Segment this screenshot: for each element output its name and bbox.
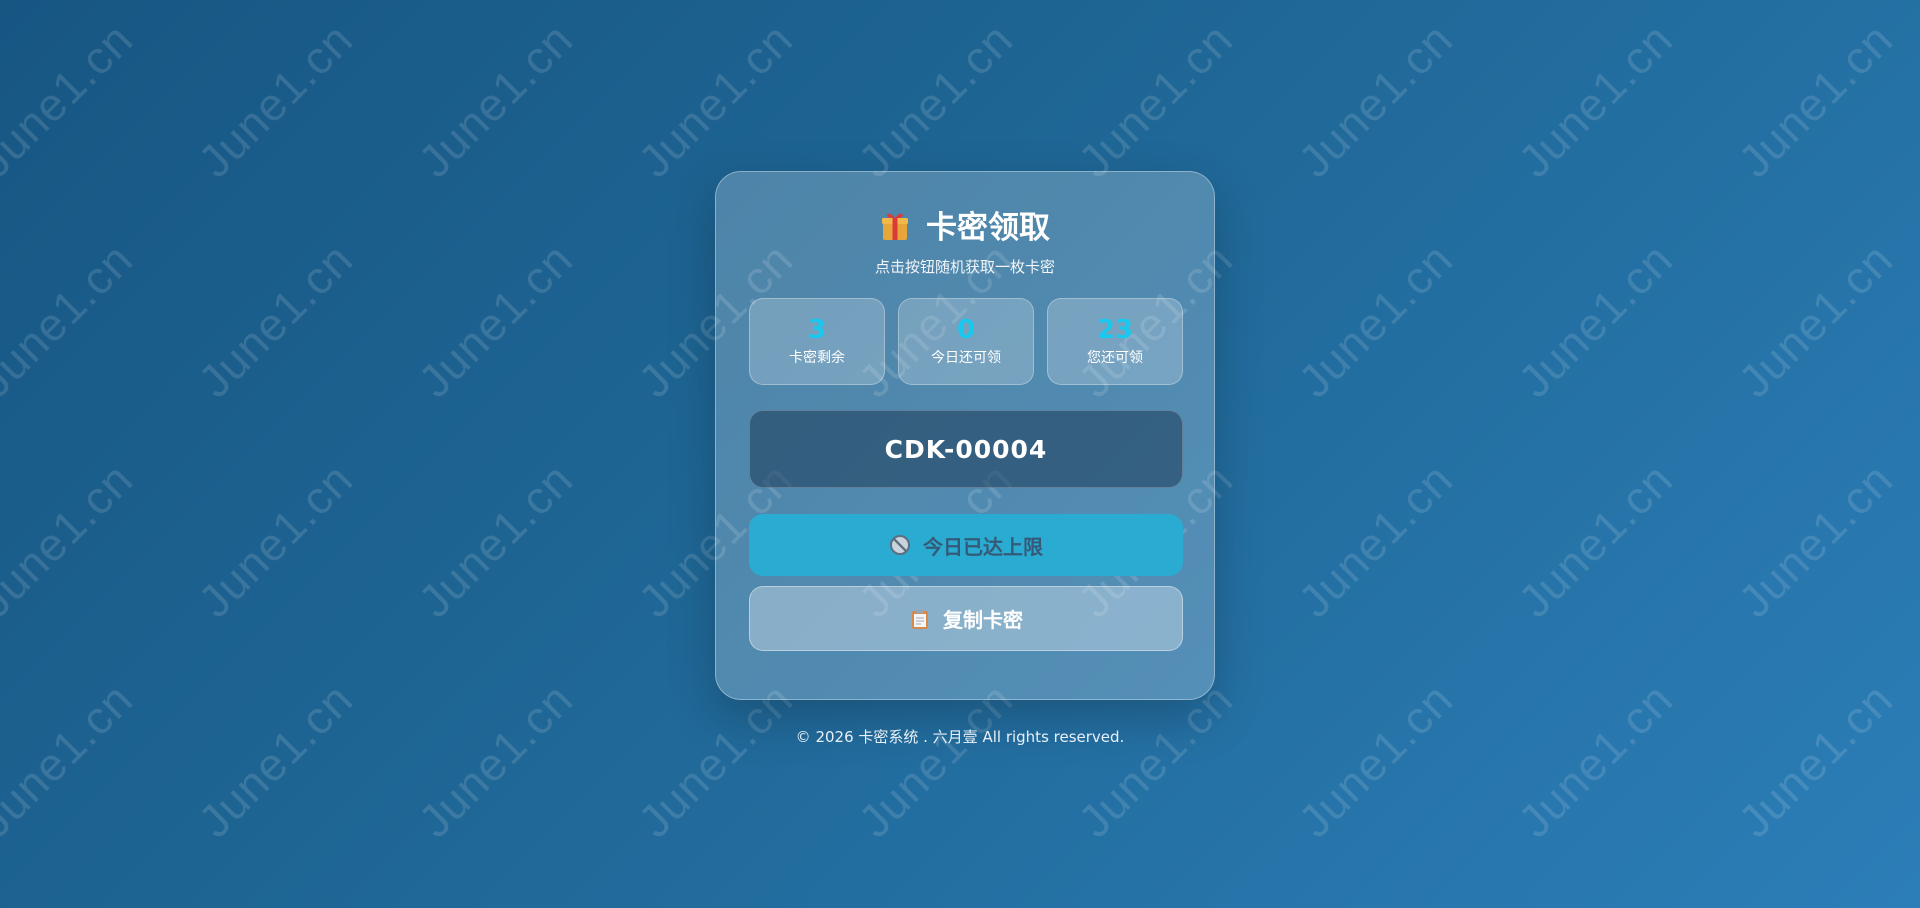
copy-button-label: 复制卡密 (943, 608, 1023, 632)
stats-row: 3 卡密剩余 0 今日还可领 23 您还可领 (749, 298, 1183, 385)
card-subtitle: 点击按钮随机获取一枚卡密 (874, 258, 1055, 276)
stat-value: 0 (956, 315, 976, 345)
stat-today-available: 0 今日还可领 (898, 298, 1034, 385)
watermark-text: June1.cn (0, 232, 143, 408)
watermark-text: June1.cn (1727, 232, 1903, 408)
watermark-text: June1.cn (627, 12, 803, 188)
gift-icon (882, 213, 908, 240)
watermark-text: June1.cn (1067, 12, 1243, 188)
watermark-text: June1.cn (1287, 452, 1463, 628)
claim-card: 卡密领取 点击按钮随机获取一枚卡密 3 卡密剩余 0 今日还可领 23 您还可领… (715, 171, 1215, 700)
clipboard-icon (912, 609, 928, 629)
watermark-text: June1.cn (0, 672, 143, 848)
watermark-text: June1.cn (1507, 452, 1683, 628)
footer-copyright: © 2026 卡密系统 . 六月壹 All rights reserved. (795, 728, 1125, 746)
watermark-text: June1.cn (1287, 672, 1463, 848)
claim-button-label: 今日已达上限 (923, 534, 1043, 559)
stat-label: 卡密剩余 (789, 350, 845, 366)
watermark-text: June1.cn (847, 12, 1023, 188)
watermark-text: June1.cn (0, 12, 143, 188)
watermark-text: June1.cn (0, 452, 143, 628)
watermark-text: June1.cn (187, 232, 363, 408)
stat-label: 今日还可领 (931, 350, 1001, 366)
watermark-text: June1.cn (1287, 232, 1463, 408)
watermark-text: June1.cn (1507, 232, 1683, 408)
watermark-text: June1.cn (1727, 12, 1903, 188)
no-entry-icon (890, 535, 910, 555)
copy-button[interactable]: 复制卡密 (749, 586, 1183, 651)
stat-value: 23 (1096, 315, 1134, 345)
card-title: 卡密领取 (716, 208, 1214, 248)
stat-remaining: 3 卡密剩余 (749, 298, 885, 385)
card-code-display: CDK-00004 (749, 410, 1183, 488)
watermark-text: June1.cn (187, 452, 363, 628)
watermark-text: June1.cn (187, 12, 363, 188)
watermark-text: June1.cn (1727, 672, 1903, 848)
watermark-text: June1.cn (407, 452, 583, 628)
watermark-text: June1.cn (1727, 452, 1903, 628)
watermark-text: June1.cn (407, 12, 583, 188)
card-title-text: 卡密领取 (926, 210, 1050, 246)
watermark-text: June1.cn (1507, 12, 1683, 188)
watermark-text: June1.cn (1287, 12, 1463, 188)
watermark-text: June1.cn (407, 232, 583, 408)
watermark-text: June1.cn (187, 672, 363, 848)
stat-label: 您还可领 (1087, 350, 1143, 366)
stat-value: 3 (807, 315, 827, 345)
claim-button[interactable]: 今日已达上限 (749, 514, 1183, 576)
watermark-text: June1.cn (1507, 672, 1683, 848)
stat-user-available: 23 您还可领 (1047, 298, 1183, 385)
watermark-text: June1.cn (407, 672, 583, 848)
